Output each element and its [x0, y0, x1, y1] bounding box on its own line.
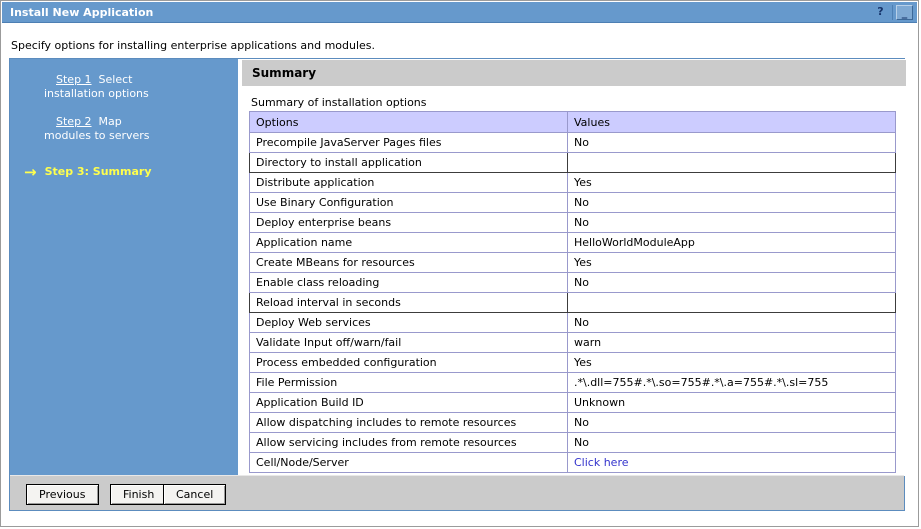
table-row: Validate Input off/warn/fail warn [249, 332, 896, 353]
cell-node-server-link[interactable]: Click here [574, 456, 629, 469]
table-row: Allow dispatching includes to remote res… [249, 412, 896, 433]
title-bar: Install New Application ? _ [2, 2, 917, 23]
value-cell: No [567, 412, 896, 433]
option-cell: Enable class reloading [249, 272, 568, 293]
value-cell: .*\.dll=755#.*\.so=755#.*\.a=755#.*\.sl=… [567, 372, 896, 393]
table-row: Cell/Node/Server Click here [249, 452, 896, 473]
value-cell: Unknown [567, 392, 896, 413]
table-row: Create MBeans for resources Yes [249, 252, 896, 273]
step2-line1: Step 2 Map [10, 115, 238, 129]
table-row: Allow servicing includes from remote res… [249, 432, 896, 453]
value-cell: Click here [567, 452, 896, 473]
values-column-header: Values [567, 111, 896, 133]
option-cell: Application Build ID [249, 392, 568, 413]
value-cell [567, 152, 896, 173]
install-new-application-window: Install New Application ? _ Specify opti… [0, 0, 919, 527]
wizard-button-bar: Previous Finish Cancel [10, 475, 904, 510]
previous-button[interactable]: Previous [26, 484, 99, 505]
current-step-arrow-icon: → [24, 162, 37, 181]
table-row: Application name HelloWorldModuleApp [249, 232, 896, 253]
value-cell: Yes [567, 252, 896, 273]
wizard-panel: Step 1 Select installation options Step … [9, 58, 906, 511]
value-cell: No [567, 212, 896, 233]
finish-button[interactable]: Finish [110, 484, 168, 505]
section-title: Summary [252, 66, 317, 80]
table-row: Application Build ID Unknown [249, 392, 896, 413]
step1-rest: Select [98, 73, 133, 86]
step1-line2: installation options [44, 87, 149, 100]
table-row: Deploy Web services No [249, 312, 896, 333]
value-cell: No [567, 132, 896, 153]
value-cell: Yes [567, 172, 896, 193]
table-row: Process embedded configuration Yes [249, 352, 896, 373]
steps-sidebar: Step 1 Select installation options Step … [10, 59, 238, 476]
value-cell: HelloWorldModuleApp [567, 232, 896, 253]
page-instruction: Specify options for installing enterpris… [11, 39, 376, 52]
option-cell: Cell/Node/Server [249, 452, 568, 473]
table-caption: Summary of installation options [251, 96, 427, 109]
sidebar-item-step2: Step 2 Map modules to servers [10, 115, 238, 143]
table-header-row: Options Values [249, 111, 896, 133]
value-cell: Yes [567, 352, 896, 373]
option-cell: Deploy Web services [249, 312, 568, 333]
table-row: Precompile JavaServer Pages files No [249, 132, 896, 153]
table-row: Enable class reloading No [249, 272, 896, 293]
step1-line1: Step 1 Select [10, 73, 238, 87]
option-cell: Validate Input off/warn/fail [249, 332, 568, 353]
options-column-header: Options [249, 111, 568, 133]
table-row: Reload interval in seconds [249, 292, 896, 313]
option-cell: Reload interval in seconds [249, 292, 568, 313]
value-cell [567, 292, 896, 313]
option-cell: Deploy enterprise beans [249, 212, 568, 233]
option-cell: Process embedded configuration [249, 352, 568, 373]
summary-content: Summary Summary of installation options … [241, 59, 906, 476]
table-row: Distribute application Yes [249, 172, 896, 193]
table-row: File Permission .*\.dll=755#.*\.so=755#.*… [249, 372, 896, 393]
value-cell: No [567, 272, 896, 293]
option-cell: Create MBeans for resources [249, 252, 568, 273]
titlebar-divider [892, 5, 893, 20]
value-cell: warn [567, 332, 896, 353]
value-cell: No [567, 192, 896, 213]
sidebar-item-step3-current: → Step 3: Summary [10, 162, 238, 181]
step1-link[interactable]: Step 1 [56, 73, 92, 86]
value-cell: No [567, 312, 896, 333]
option-cell: Allow dispatching includes to remote res… [249, 412, 568, 433]
table-row: Directory to install application [249, 152, 896, 173]
help-icon[interactable]: ? [872, 5, 889, 20]
value-cell: No [567, 432, 896, 453]
option-cell: Use Binary Configuration [249, 192, 568, 213]
titlebar-controls: ? _ [872, 4, 913, 21]
sidebar-item-step1: Step 1 Select installation options [10, 73, 238, 101]
table-row: Use Binary Configuration No [249, 192, 896, 213]
option-cell: Precompile JavaServer Pages files [249, 132, 568, 153]
cancel-button[interactable]: Cancel [163, 484, 227, 505]
minimize-icon[interactable]: _ [896, 5, 913, 20]
summary-table: Options Values Precompile JavaServer Pag… [249, 111, 896, 473]
option-cell: File Permission [249, 372, 568, 393]
option-cell: Allow servicing includes from remote res… [249, 432, 568, 453]
option-cell: Application name [249, 232, 568, 253]
step2-rest: Map [98, 115, 122, 128]
option-cell: Distribute application [249, 172, 568, 193]
window-title: Install New Application [10, 6, 154, 19]
table-row: Deploy enterprise beans No [249, 212, 896, 233]
step2-line2: modules to servers [44, 129, 150, 142]
step3-label: Step 3: Summary [44, 165, 152, 178]
option-cell: Directory to install application [249, 152, 568, 173]
section-header-bar: Summary [242, 60, 906, 86]
step2-link[interactable]: Step 2 [56, 115, 92, 128]
